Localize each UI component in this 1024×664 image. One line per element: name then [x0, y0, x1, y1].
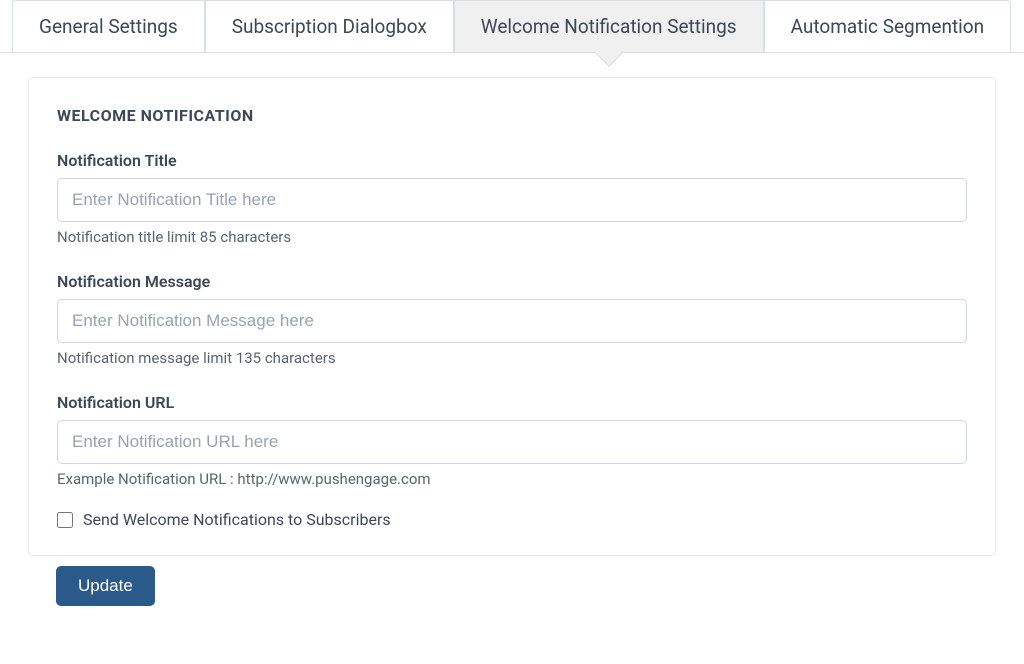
- send-welcome-checkbox[interactable]: [57, 512, 73, 528]
- hint-notification-title: Notification title limit 85 characters: [57, 228, 967, 246]
- actions-row: Update: [0, 566, 1024, 620]
- field-notification-message: Notification Message Notification messag…: [57, 272, 967, 367]
- panel-title: WELCOME NOTIFICATION: [57, 106, 967, 125]
- label-notification-url: Notification URL: [57, 393, 967, 412]
- field-notification-url: Notification URL Example Notification UR…: [57, 393, 967, 488]
- label-notification-title: Notification Title: [57, 151, 967, 170]
- hint-notification-message: Notification message limit 135 character…: [57, 349, 967, 367]
- hint-notification-url: Example Notification URL : http://www.pu…: [57, 470, 967, 488]
- send-welcome-checkbox-row[interactable]: Send Welcome Notifications to Subscriber…: [57, 510, 967, 547]
- label-notification-message: Notification Message: [57, 272, 967, 291]
- tab-welcome-notification-settings[interactable]: Welcome Notification Settings: [454, 0, 764, 52]
- notification-url-input[interactable]: [57, 420, 967, 464]
- panel-wrap: WELCOME NOTIFICATION Notification Title …: [0, 53, 1024, 566]
- tab-automatic-segmention[interactable]: Automatic Segmention: [764, 0, 1012, 52]
- send-welcome-checkbox-label: Send Welcome Notifications to Subscriber…: [83, 510, 391, 529]
- tabs-bar: General Settings Subscription Dialogbox …: [0, 0, 1024, 53]
- tab-general-settings[interactable]: General Settings: [12, 0, 205, 52]
- field-notification-title: Notification Title Notification title li…: [57, 151, 967, 246]
- update-button[interactable]: Update: [56, 566, 155, 606]
- tab-subscription-dialogbox[interactable]: Subscription Dialogbox: [205, 0, 454, 52]
- notification-message-input[interactable]: [57, 299, 967, 343]
- welcome-notification-panel: WELCOME NOTIFICATION Notification Title …: [28, 77, 996, 556]
- notification-title-input[interactable]: [57, 178, 967, 222]
